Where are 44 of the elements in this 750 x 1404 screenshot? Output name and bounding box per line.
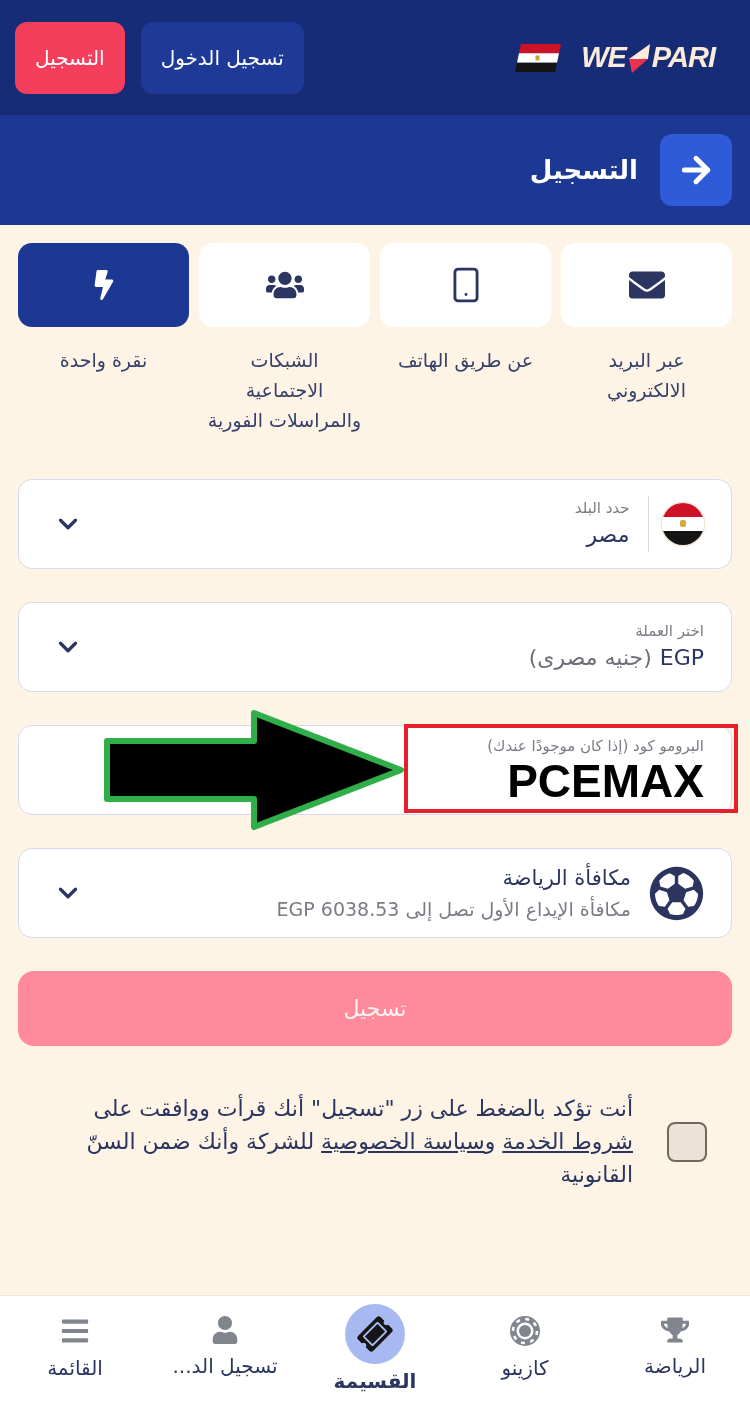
field-value: PCEMAX: [507, 758, 704, 804]
checkbox[interactable]: [667, 1121, 707, 1162]
field-label: اختر العملة: [635, 621, 704, 641]
nav-label: كازينو: [501, 1355, 549, 1382]
chip-icon: [510, 1316, 540, 1346]
method-label: عن طريق الهاتف: [397, 348, 534, 374]
field-value: مصر: [586, 521, 630, 549]
policy-link[interactable]: شروط الخدمة: [502, 1129, 633, 1154]
nav-label: الرياضة: [643, 1353, 707, 1380]
user-icon: [211, 1316, 239, 1344]
bonus-subtitle: مكافأة الإيداع الأول تصل إلى EGP 6038.53: [276, 895, 631, 923]
country-select[interactable]: حدد البلد مصر: [18, 479, 732, 569]
logo-text: PARI: [651, 43, 715, 72]
currency-name: (جنيه مصرى): [528, 644, 652, 672]
nav-item[interactable]: كازينو: [450, 1296, 600, 1404]
method-tab[interactable]: [199, 243, 370, 327]
nav-item[interactable]: القائمة: [0, 1296, 150, 1404]
flag-icon: [662, 503, 704, 545]
consent-text: أنت تؤكد بالضغط على زر "تسجيل" أنك قرأت ووافقت على شروط الخدمة وسياسة الخصوصية للشركة وأنك ضمن السنّ القانونية: [85, 1093, 633, 1189]
page-title: التسجيل: [529, 155, 638, 185]
flag-icon: [515, 43, 562, 72]
nav-item[interactable]: الرياضة: [600, 1296, 750, 1404]
field-label: حدد البلد: [574, 498, 630, 518]
method-label: الشبكات الاجتماعية والمراسلات الفورية: [207, 348, 362, 434]
nav-item[interactable]: القسيمة: [300, 1296, 450, 1404]
login-button[interactable]: تسجيل الدخول: [140, 21, 304, 94]
trophy-icon: [661, 1316, 689, 1344]
nav-item[interactable]: تسجيل الد...: [150, 1296, 300, 1404]
nav-label: القسيمة: [333, 1368, 417, 1395]
nav-label: القائمة: [47, 1355, 103, 1382]
nav-label: تسجيل الد...: [172, 1353, 278, 1380]
method-label: نقرة واحدة: [59, 348, 148, 374]
ticket-icon: [345, 1304, 405, 1364]
register-button[interactable]: التسجيل: [15, 21, 125, 94]
back-button[interactable]: [660, 134, 732, 206]
logo-text: WE: [581, 43, 626, 72]
bonus-select[interactable]: مكافأة الرياضة مكافأة الإيداع الأول تصل إلى EGP 6038.53: [18, 848, 732, 938]
field-label: البرومو كود (إذا كان موجودًا عندك): [487, 736, 704, 756]
method-label: عبر البريد الالكتروني: [607, 348, 686, 404]
bonus-title: مكافأة الرياضة: [502, 863, 631, 893]
field-value: EGP: [659, 644, 704, 672]
method-tab[interactable]: [561, 243, 732, 327]
method-tab[interactable]: [18, 243, 189, 327]
football-icon: [649, 865, 704, 921]
